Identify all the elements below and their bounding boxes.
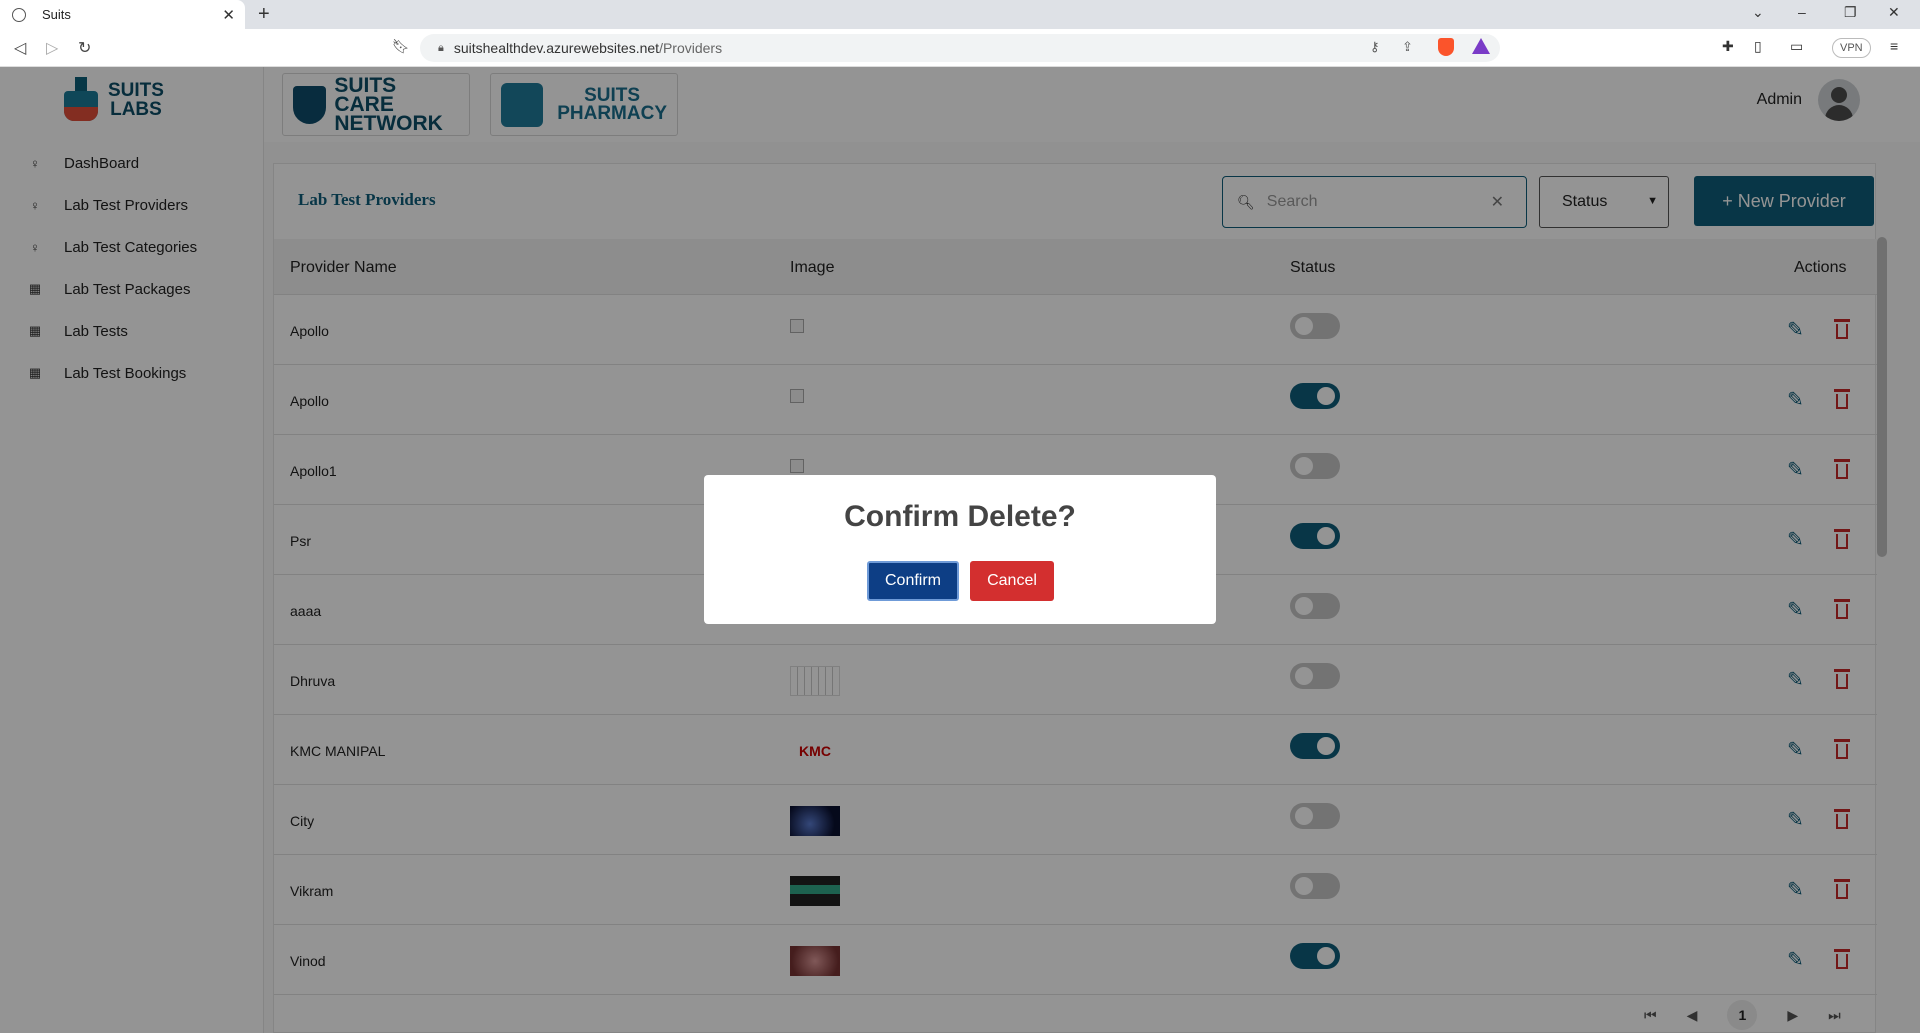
browser-tab[interactable]: Suits ✕ xyxy=(0,0,245,29)
new-tab-icon[interactable]: + xyxy=(258,3,270,26)
minimize-icon[interactable]: – xyxy=(1798,4,1806,20)
brave-shield-icon[interactable] xyxy=(1438,38,1454,56)
globe-icon xyxy=(12,7,26,22)
address-bar[interactable]: 🔒︎ suitshealthdev.azurewebsites.net/Prov… xyxy=(420,34,1500,62)
key-icon[interactable]: ⚷ xyxy=(1370,39,1380,55)
close-tab-icon[interactable]: ✕ xyxy=(222,6,235,24)
reload-icon[interactable]: ↻ xyxy=(78,38,91,58)
back-icon[interactable]: ◁ xyxy=(14,38,26,58)
extensions-icon[interactable]: ✚ xyxy=(1722,38,1734,55)
brave-rewards-icon[interactable] xyxy=(1472,38,1490,54)
forward-icon[interactable]: ▷ xyxy=(46,38,58,58)
sidebar-toggle-icon[interactable]: ▯ xyxy=(1754,38,1762,55)
share-icon[interactable]: ⇪ xyxy=(1402,39,1413,55)
confirm-delete-dialog: Confirm Delete? Confirm Cancel xyxy=(704,475,1216,624)
cancel-button[interactable]: Cancel xyxy=(970,561,1054,601)
wallet-icon[interactable]: ▭ xyxy=(1790,38,1803,55)
window-close-icon[interactable]: ✕ xyxy=(1888,4,1900,21)
restore-icon[interactable]: ❐ xyxy=(1844,4,1857,21)
browser-tab-bar: Suits ✕ + ⌄ – ❐ ✕ xyxy=(0,0,1920,29)
vpn-button[interactable]: VPN xyxy=(1832,38,1871,58)
bookmark-icon[interactable]: 🔖︎ xyxy=(392,38,410,55)
dialog-title: Confirm Delete? xyxy=(844,500,1076,533)
url-host: suitshealthdev.azurewebsites.net xyxy=(453,40,660,56)
tab-title: Suits xyxy=(42,7,71,22)
url-path: /Providers xyxy=(659,40,723,56)
lock-icon: 🔒︎ xyxy=(438,41,444,54)
menu-icon[interactable]: ≡ xyxy=(1890,38,1898,54)
confirm-button[interactable]: Confirm xyxy=(867,561,959,601)
browser-toolbar: ◁ ▷ ↻ 🔖︎ 🔒︎ suitshealthdev.azurewebsites… xyxy=(0,29,1920,67)
tab-list-icon[interactable]: ⌄ xyxy=(1752,4,1764,21)
